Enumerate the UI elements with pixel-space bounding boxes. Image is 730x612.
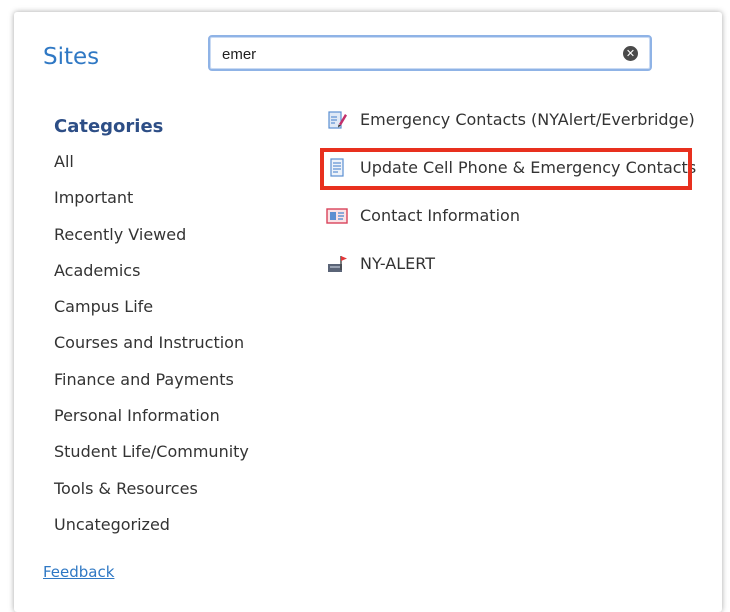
category-uncategorized[interactable]: Uncategorized xyxy=(54,515,249,551)
category-recently-viewed[interactable]: Recently Viewed xyxy=(54,225,249,261)
categories-heading: Categories xyxy=(54,116,164,137)
edit-document-icon xyxy=(328,111,347,129)
category-finance-and-payments[interactable]: Finance and Payments xyxy=(54,370,249,406)
category-courses-and-instruction[interactable]: Courses and Instruction xyxy=(54,333,249,369)
category-important[interactable]: Important xyxy=(54,188,249,224)
id-card-icon xyxy=(326,208,348,224)
clear-icon[interactable]: ✕ xyxy=(623,46,638,61)
results-list: Emergency Contacts (NYAlert/Everbridge) … xyxy=(326,110,696,302)
category-tools-and-resources[interactable]: Tools & Resources xyxy=(54,479,249,515)
sites-panel: Sites ✕ Categories All Important Recentl… xyxy=(14,12,722,612)
result-label: NY-ALERT xyxy=(360,254,435,273)
page-title: Sites xyxy=(43,44,100,70)
result-item[interactable]: NY-ALERT xyxy=(326,254,696,302)
alert-flag-icon xyxy=(328,256,347,272)
category-all[interactable]: All xyxy=(54,152,249,188)
result-item[interactable]: Emergency Contacts (NYAlert/Everbridge) xyxy=(326,110,696,158)
category-academics[interactable]: Academics xyxy=(54,261,249,297)
result-item[interactable]: Contact Information xyxy=(326,206,696,254)
result-item[interactable]: Update Cell Phone & Emergency Contacts xyxy=(326,158,696,206)
result-label: Emergency Contacts (NYAlert/Everbridge) xyxy=(360,110,695,129)
category-list: All Important Recently Viewed Academics … xyxy=(54,152,249,551)
search-input[interactable] xyxy=(220,41,614,67)
result-label: Update Cell Phone & Emergency Contacts xyxy=(360,158,697,177)
category-campus-life[interactable]: Campus Life xyxy=(54,297,249,333)
search-box[interactable]: ✕ xyxy=(208,35,652,71)
category-personal-information[interactable]: Personal Information xyxy=(54,406,249,442)
feedback-link[interactable]: Feedback xyxy=(43,563,114,581)
result-label: Contact Information xyxy=(360,206,520,225)
category-student-life-community[interactable]: Student Life/Community xyxy=(54,442,249,478)
form-document-icon xyxy=(330,158,344,177)
